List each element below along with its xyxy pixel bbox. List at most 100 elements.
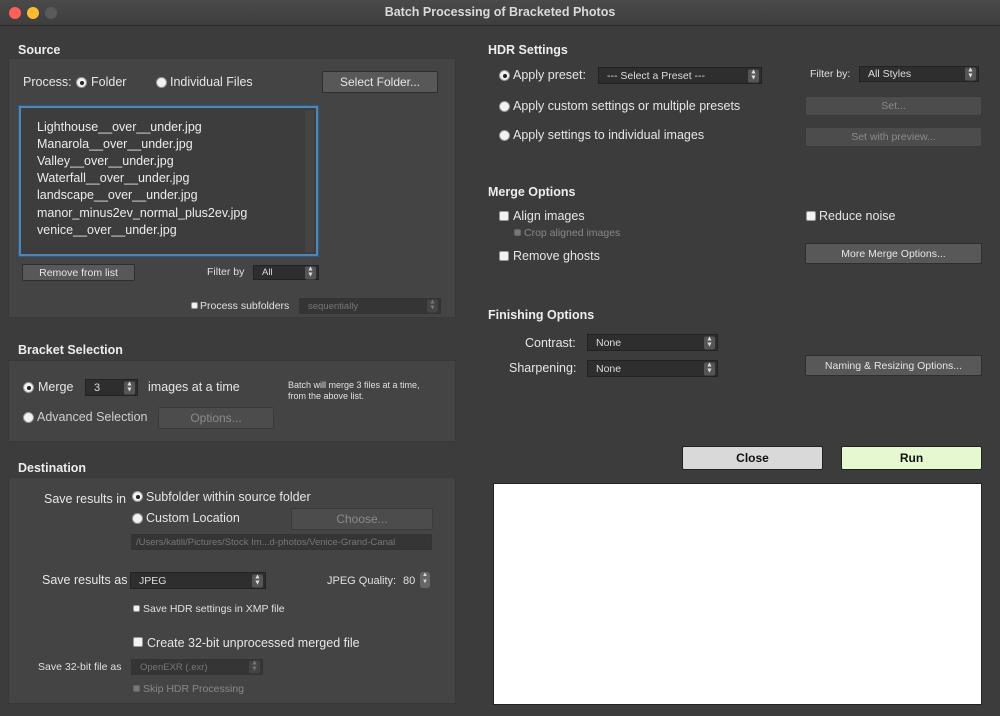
list-item[interactable]: Valley__over__under.jpg [37, 154, 174, 168]
folder-radio[interactable] [76, 77, 87, 88]
xmp-checkbox[interactable] [133, 605, 140, 612]
apply-preset-label: Apply preset: [513, 68, 586, 82]
style-filter-select[interactable]: All Styles ▲ ▼ [859, 66, 979, 82]
list-item[interactable]: Waterfall__over__under.jpg [37, 171, 189, 185]
remove-from-list-button[interactable]: Remove from list [22, 264, 135, 281]
select-folder-button[interactable]: Select Folder... [322, 71, 438, 93]
reduce-noise-checkbox[interactable] [806, 211, 816, 221]
subfolders-mode-value: sequentially [308, 300, 359, 312]
style-filter-value: All Styles [868, 68, 912, 80]
finishing-heading: Finishing Options [488, 308, 595, 322]
filter-select-value: All [262, 267, 273, 278]
custom-settings-label: Apply custom settings or multiple preset… [513, 99, 741, 113]
format-value: JPEG [139, 574, 167, 587]
save-results-in-label: Save results in [44, 492, 126, 506]
bracket-panel [8, 360, 456, 442]
set-with-preview-button[interactable]: Set with preview... [805, 127, 982, 147]
close-button[interactable]: Close [682, 446, 823, 470]
process-subfolders-checkbox[interactable] [191, 302, 198, 309]
list-item[interactable]: landscape__over__under.jpg [37, 188, 198, 202]
merge-count-value: 3 [94, 381, 101, 394]
chevron-updown-icon: ▲ ▼ [305, 265, 316, 279]
sharpening-label: Sharpening: [509, 361, 577, 375]
list-item[interactable]: manor_minus2ev_normal_plus2ev.jpg [37, 206, 247, 220]
preset-select[interactable]: --- Select a Preset --- ▲ ▼ [598, 67, 762, 84]
contrast-label: Contrast: [525, 336, 576, 350]
advanced-selection-label: Advanced Selection [37, 410, 148, 424]
run-button[interactable]: Run [841, 446, 982, 470]
chevron-updown-icon: ▲ ▼ [965, 67, 976, 81]
jpeg-quality-value[interactable]: 80 [403, 575, 415, 587]
process-label: Process: [23, 75, 72, 89]
contrast-value: None [596, 336, 622, 349]
list-item[interactable]: Lighthouse__over__under.jpg [37, 120, 202, 134]
sharpening-value: None [596, 362, 622, 375]
merge-info-line1: Batch will merge 3 files at a time, [288, 380, 420, 390]
list-item[interactable]: Manarola__over__under.jpg [37, 137, 193, 151]
format-select[interactable]: JPEG ▲ ▼ [130, 572, 266, 589]
chevron-updown-icon: ▲ ▼ [704, 361, 715, 375]
create-32bit-checkbox[interactable] [133, 637, 143, 647]
merge-count-stepper[interactable]: 3 ▲ ▼ [85, 379, 138, 396]
chevron-updown-icon: ▲ ▼ [748, 68, 759, 82]
subfolder-label: Subfolder within source folder [146, 490, 311, 504]
merge-info-line2: from the above list. [288, 391, 365, 401]
save-32bit-value: OpenEXR (.exr) [140, 661, 208, 673]
individual-files-radio[interactable] [156, 77, 167, 88]
file-list-scrollbar[interactable] [305, 110, 314, 252]
window-title: Batch Processing of Bracketed Photos [384, 5, 616, 19]
quality-stepper-icon[interactable]: ▲ ▼ [420, 572, 430, 588]
choose-button[interactable]: Choose... [291, 508, 433, 530]
save-results-as-label: Save results as [42, 573, 128, 587]
skip-hdr-label: Skip HDR Processing [143, 683, 244, 695]
jpeg-quality-label: JPEG Quality: [327, 575, 397, 587]
save-32bit-select[interactable]: OpenEXR (.exr) ▲ ▼ [131, 659, 263, 675]
destination-heading: Destination [18, 461, 87, 475]
filter-select[interactable]: All ▲ ▼ [253, 265, 319, 280]
individual-images-label: Apply settings to individual images [513, 128, 705, 142]
align-images-label: Align images [513, 209, 585, 223]
sharpening-select[interactable]: None ▲ ▼ [587, 360, 718, 377]
custom-location-label: Custom Location [146, 511, 240, 525]
custom-settings-radio[interactable] [499, 101, 510, 112]
naming-resizing-button[interactable]: Naming & Resizing Options... [805, 355, 982, 376]
save-32bit-label: Save 32-bit file as [38, 661, 122, 673]
chevron-updown-icon: ▲ ▼ [704, 335, 715, 349]
chevron-updown-icon: ▲ ▼ [427, 299, 438, 313]
chevron-updown-icon: ▲ ▼ [252, 573, 263, 587]
chevron-updown-icon: ▲ ▼ [249, 660, 260, 674]
filter-by-label: Filter by [207, 266, 245, 278]
remove-ghosts-label: Remove ghosts [513, 249, 600, 263]
apply-preset-radio[interactable] [499, 70, 510, 81]
skip-hdr-checkbox[interactable] [133, 685, 140, 692]
list-item[interactable]: venice__over__under.jpg [37, 223, 177, 237]
advanced-selection-radio[interactable] [23, 412, 34, 423]
merge-radio[interactable] [23, 382, 34, 393]
crop-aligned-label: Crop aligned images [524, 227, 621, 239]
remove-ghosts-checkbox[interactable] [499, 251, 509, 261]
subfolders-mode-select[interactable]: sequentially ▲ ▼ [299, 298, 441, 314]
more-merge-options-button[interactable]: More Merge Options... [805, 243, 982, 264]
custom-path-field[interactable]: /Users/katili/Pictures/Stock Im...d-phot… [131, 534, 432, 550]
source-heading: Source [18, 43, 61, 57]
process-subfolders-label: Process subfolders [200, 300, 290, 312]
set-button[interactable]: Set... [805, 96, 982, 116]
merge-label: Merge [38, 380, 74, 394]
options-button[interactable]: Options... [158, 407, 274, 429]
custom-location-radio[interactable] [132, 513, 143, 524]
individual-files-label: Individual Files [170, 75, 253, 89]
align-images-checkbox[interactable] [499, 211, 509, 221]
folder-label: Folder [91, 75, 127, 89]
subfolder-radio[interactable] [132, 491, 143, 502]
stepper-arrows-icon[interactable]: ▲ ▼ [124, 380, 135, 394]
reduce-noise-label: Reduce noise [819, 209, 896, 223]
individual-images-radio[interactable] [499, 130, 510, 141]
merge-heading: Merge Options [488, 185, 576, 199]
log-output-area[interactable] [493, 483, 982, 705]
create-32bit-label: Create 32-bit unprocessed merged file [147, 636, 360, 650]
xmp-label: Save HDR settings in XMP file [143, 603, 285, 615]
bracket-heading: Bracket Selection [18, 343, 123, 357]
hdr-heading: HDR Settings [488, 43, 568, 57]
crop-aligned-checkbox[interactable] [514, 229, 521, 236]
contrast-select[interactable]: None ▲ ▼ [587, 334, 718, 351]
